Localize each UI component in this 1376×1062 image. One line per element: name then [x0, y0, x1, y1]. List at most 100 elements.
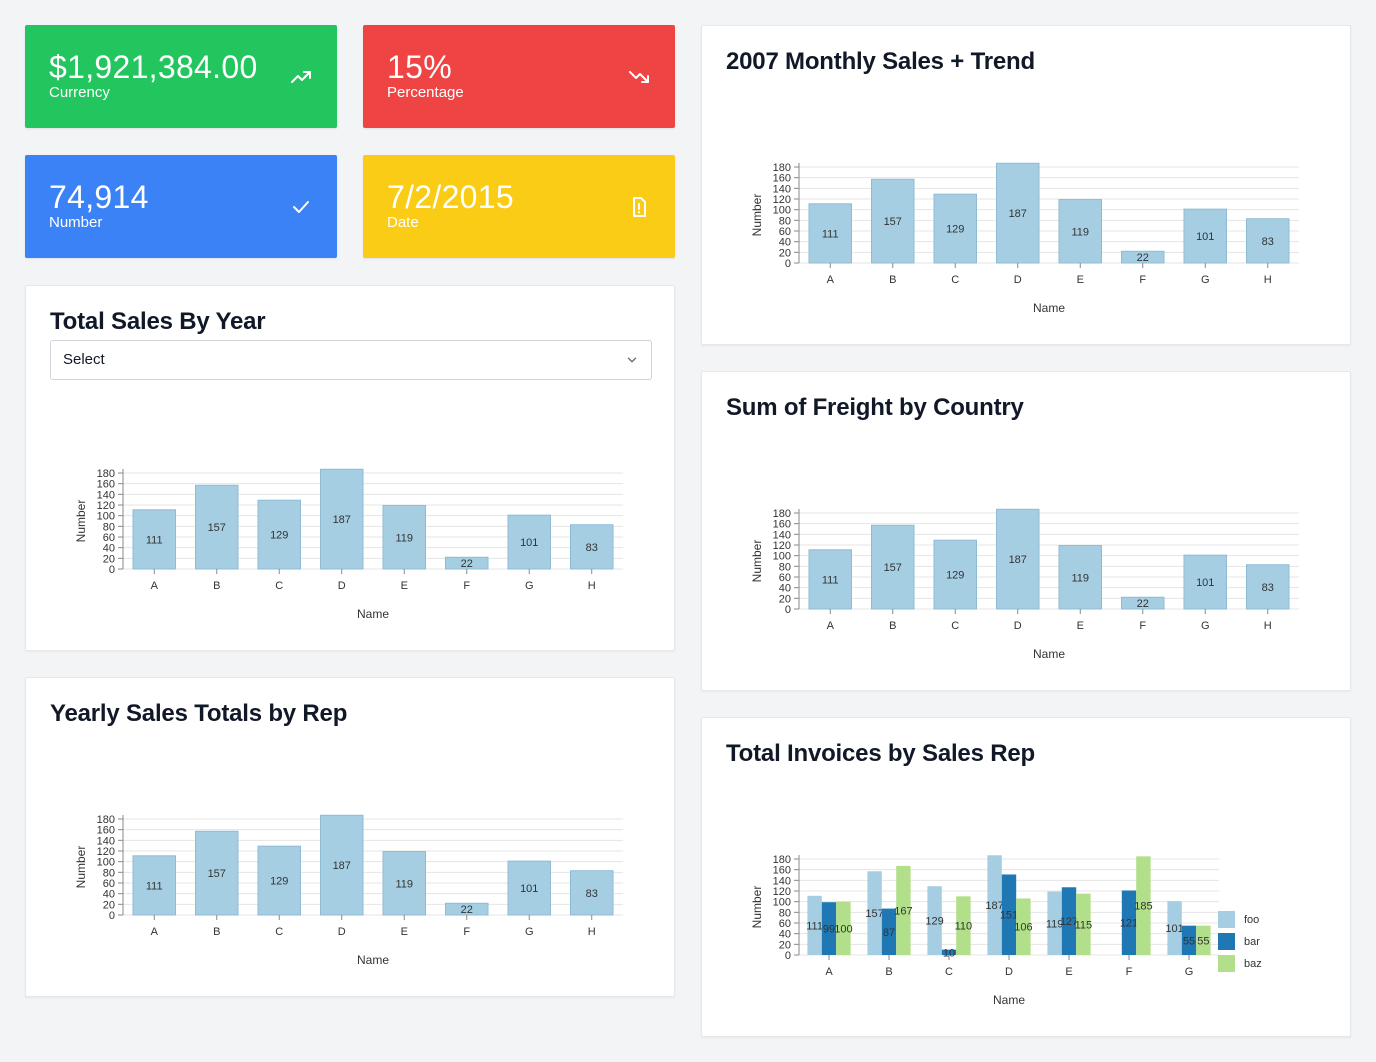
y-axis-label: Number	[74, 846, 88, 889]
y-tick-label: 180	[773, 162, 791, 174]
stat-value: $1,921,384.00	[49, 49, 258, 85]
stat-tile-percentage: 15% Percentage	[363, 25, 675, 128]
trending-down-icon	[629, 71, 649, 83]
x-tick-label: B	[213, 580, 220, 592]
y-tick-label: 160	[773, 173, 791, 185]
legend-label-bar: bar	[1244, 936, 1260, 948]
x-tick-label: F	[1139, 620, 1146, 632]
y-tick-label: 80	[103, 521, 115, 533]
bar-chart: 020406080100120140160180 111 157 129 187 119 2…	[750, 162, 1299, 315]
y-axis-label: Number	[750, 886, 764, 929]
data-label: 187	[1009, 554, 1027, 566]
x-tick-label: H	[588, 580, 596, 592]
data-label: 157	[208, 522, 226, 534]
y-tick-label: 100	[773, 551, 791, 563]
x-tick-label: G	[525, 580, 534, 592]
y-tick-label: 60	[779, 226, 791, 238]
x-tick-label: G	[525, 926, 534, 938]
data-label: 111	[822, 574, 839, 586]
x-tick-label: B	[213, 926, 220, 938]
stat-tile-currency: $1,921,384.00 Currency	[25, 25, 337, 128]
x-tick-label: G	[1201, 620, 1210, 632]
y-tick-label: 160	[97, 479, 115, 491]
x-axis-label: Name	[993, 993, 1025, 1007]
card-title: Yearly Sales Totals by Rep	[50, 700, 348, 727]
data-label: 115	[1075, 919, 1093, 931]
card-invoices-by-rep: Total Invoices by Sales Rep 0 20 40 60 80 100…	[701, 717, 1351, 1037]
data-label: 101	[1165, 923, 1183, 935]
x-tick-label: A	[151, 580, 159, 592]
stat-value: 15%	[387, 49, 452, 85]
data-label: 22	[461, 904, 473, 916]
x-tick-label: F	[1126, 966, 1133, 978]
data-label: 101	[1196, 577, 1214, 589]
x-tick-label: A	[827, 620, 835, 632]
legend-label-foo: foo	[1244, 914, 1259, 926]
y-tick-label: 0	[785, 604, 791, 616]
y-tick-label: 100	[773, 205, 791, 217]
y-tick-label: 140	[97, 489, 115, 501]
data-label: 167	[894, 905, 912, 917]
data-label: 187	[1009, 208, 1027, 220]
x-tick-label: D	[338, 926, 346, 938]
x-axis-label: Name	[357, 607, 389, 621]
x-tick-label: H	[1264, 274, 1272, 286]
trending-up-icon	[291, 71, 311, 83]
y-tick-label: 0	[785, 950, 791, 962]
legend-swatch-baz	[1218, 955, 1235, 972]
x-tick-label: F	[463, 926, 470, 938]
data-label: 157	[208, 868, 226, 880]
x-tick-label: C	[951, 274, 959, 286]
data-label: 101	[520, 537, 538, 549]
y-tick-label: 140	[773, 183, 791, 195]
x-tick-label: C	[951, 620, 959, 632]
data-label: 185	[1134, 901, 1152, 913]
data-label: 101	[1196, 231, 1214, 243]
data-label: 55	[1183, 935, 1195, 947]
data-label: 129	[946, 570, 964, 582]
data-label: 111	[146, 534, 163, 546]
data-label: 187	[333, 514, 351, 526]
x-tick-label: C	[275, 580, 283, 592]
y-tick-label: 160	[97, 825, 115, 837]
data-label: 157	[884, 216, 902, 228]
x-tick-label: B	[889, 274, 896, 286]
y-tick-label: 40	[779, 237, 791, 249]
x-tick-label: F	[1139, 274, 1146, 286]
y-axis-label: Number	[750, 194, 764, 237]
card-freight-by-country: Sum of Freight by Country 0 20 40 60 80 100 12…	[701, 371, 1351, 691]
x-tick-label: E	[401, 926, 408, 938]
y-tick-label: 60	[103, 878, 115, 890]
data-label: 83	[586, 888, 598, 900]
y-tick-label: 80	[103, 867, 115, 879]
y-tick-label: 160	[773, 519, 791, 531]
y-tick-label: 60	[779, 918, 791, 930]
x-tick-label: A	[825, 966, 833, 978]
data-label: 83	[1262, 582, 1274, 594]
x-tick-label: D	[338, 580, 346, 592]
y-tick-label: 40	[779, 583, 791, 595]
x-tick-label: D	[1005, 966, 1013, 978]
card-title: Total Sales By Year	[50, 308, 266, 335]
y-tick-label: 20	[779, 593, 791, 605]
data-label: 22	[1137, 252, 1149, 264]
year-select[interactable]: Select	[50, 340, 652, 380]
legend-label-baz: baz	[1244, 958, 1262, 970]
stat-tile-number: 74,914 Number	[25, 155, 337, 258]
x-tick-label: E	[1077, 620, 1084, 632]
data-label: 129	[270, 876, 288, 888]
check-icon	[293, 201, 309, 213]
y-tick-label: 180	[773, 508, 791, 520]
data-label: 55	[1197, 935, 1209, 947]
data-label: 111	[822, 228, 839, 240]
x-tick-label: H	[588, 926, 596, 938]
y-tick-label: 140	[97, 835, 115, 847]
y-tick-label: 20	[779, 247, 791, 259]
x-axis-label: Name	[1033, 301, 1065, 315]
x-axis-label: Name	[1033, 647, 1065, 661]
y-tick-label: 180	[773, 854, 791, 866]
data-label: 121	[1120, 918, 1138, 930]
y-tick-label: 100	[97, 857, 115, 869]
data-label: 111	[806, 920, 823, 932]
data-label: 83	[586, 542, 598, 554]
